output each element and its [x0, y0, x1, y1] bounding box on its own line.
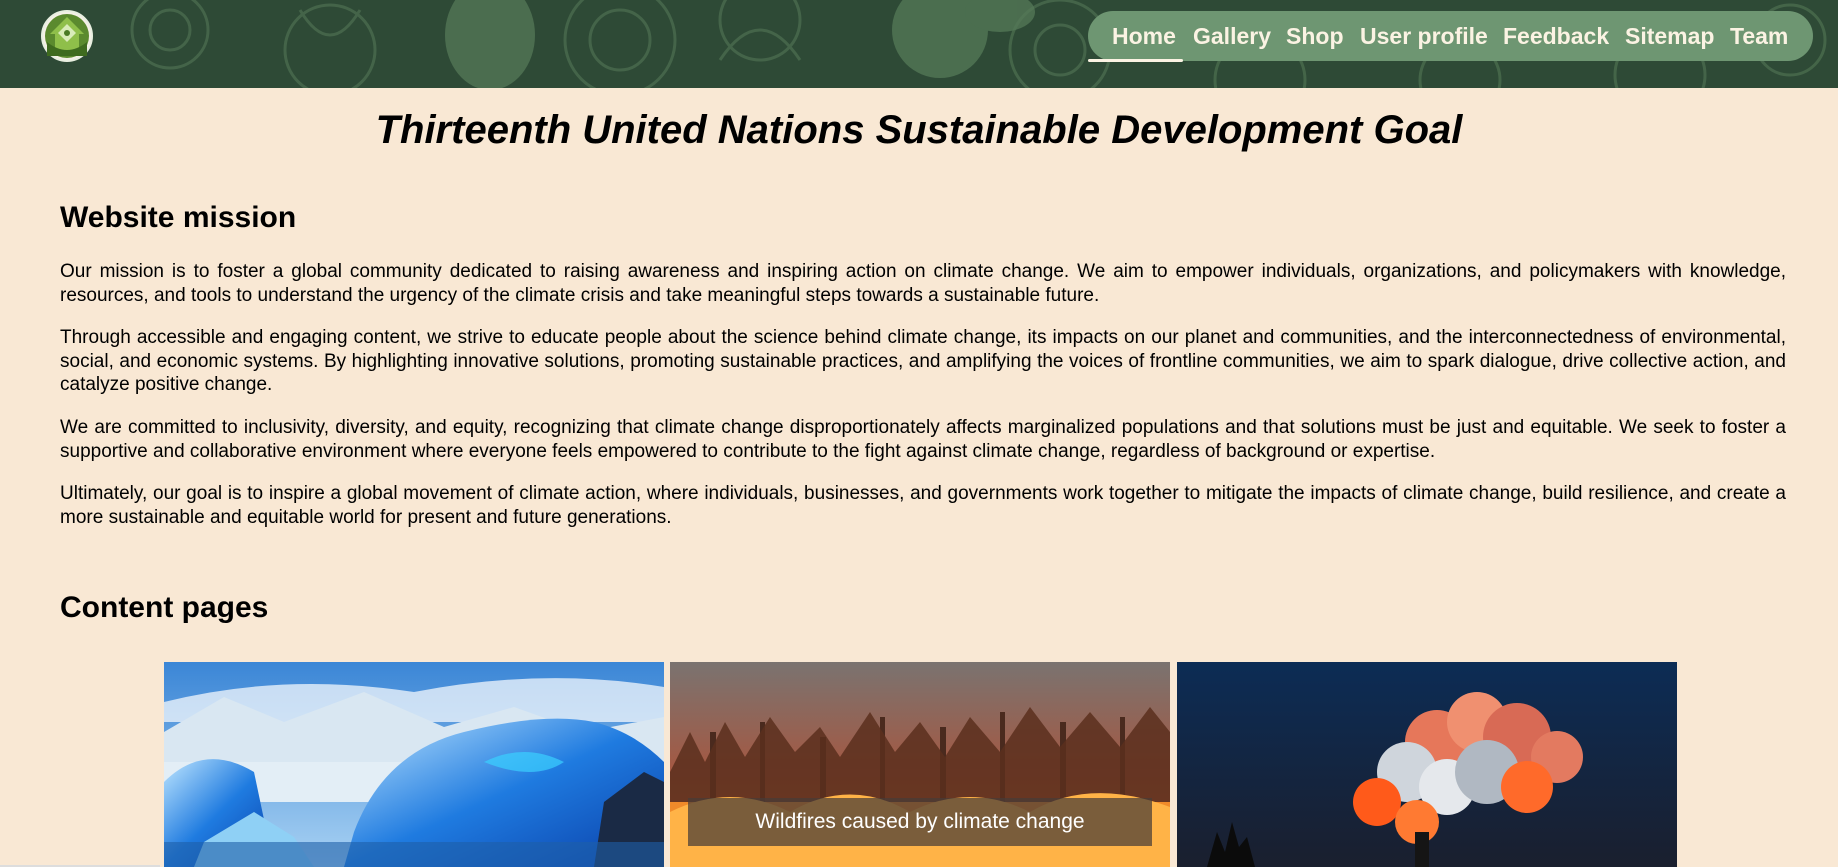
nav-link-feedback[interactable]: Feedback [1503, 11, 1609, 61]
card-caption: Wildfires caused by climate change [688, 798, 1152, 846]
nav-link-home[interactable]: Home [1112, 11, 1176, 61]
mission-heading: Website mission [60, 201, 297, 234]
content-pages-heading: Content pages [60, 591, 269, 624]
nav-link-sitemap[interactable]: Sitemap [1625, 11, 1714, 61]
mission-paragraph: Our mission is to foster a global commun… [60, 261, 1786, 306]
smokestack-pollution-photo [1177, 662, 1677, 867]
nav-link-gallery[interactable]: Gallery [1193, 11, 1271, 61]
main-nav: Home Gallery Shop User profile Feedback … [1088, 11, 1813, 62]
site-header: Home Gallery Shop User profile Feedback … [0, 0, 1838, 88]
page-title: Thirteenth United Nations Sustainable De… [375, 108, 1463, 152]
melting-glacier-photo [164, 662, 664, 867]
content-card-pollution[interactable] [1177, 662, 1677, 867]
mission-paragraph: Through accessible and engaging content,… [60, 327, 1786, 395]
home-leaf-logo-icon[interactable] [41, 10, 93, 62]
nav-link-shop[interactable]: Shop [1286, 11, 1344, 61]
nav-active-indicator [1088, 59, 1183, 62]
nav-link-user-profile[interactable]: User profile [1360, 11, 1488, 61]
mission-paragraph: We are committed to inclusivity, diversi… [60, 417, 1786, 462]
content-card-glacier[interactable] [164, 662, 664, 867]
mission-paragraph: Ultimately, our goal is to inspire a glo… [60, 483, 1786, 528]
content-card-wildfire[interactable]: Wildfires caused by climate change [670, 662, 1170, 867]
nav-link-team[interactable]: Team [1730, 11, 1788, 61]
